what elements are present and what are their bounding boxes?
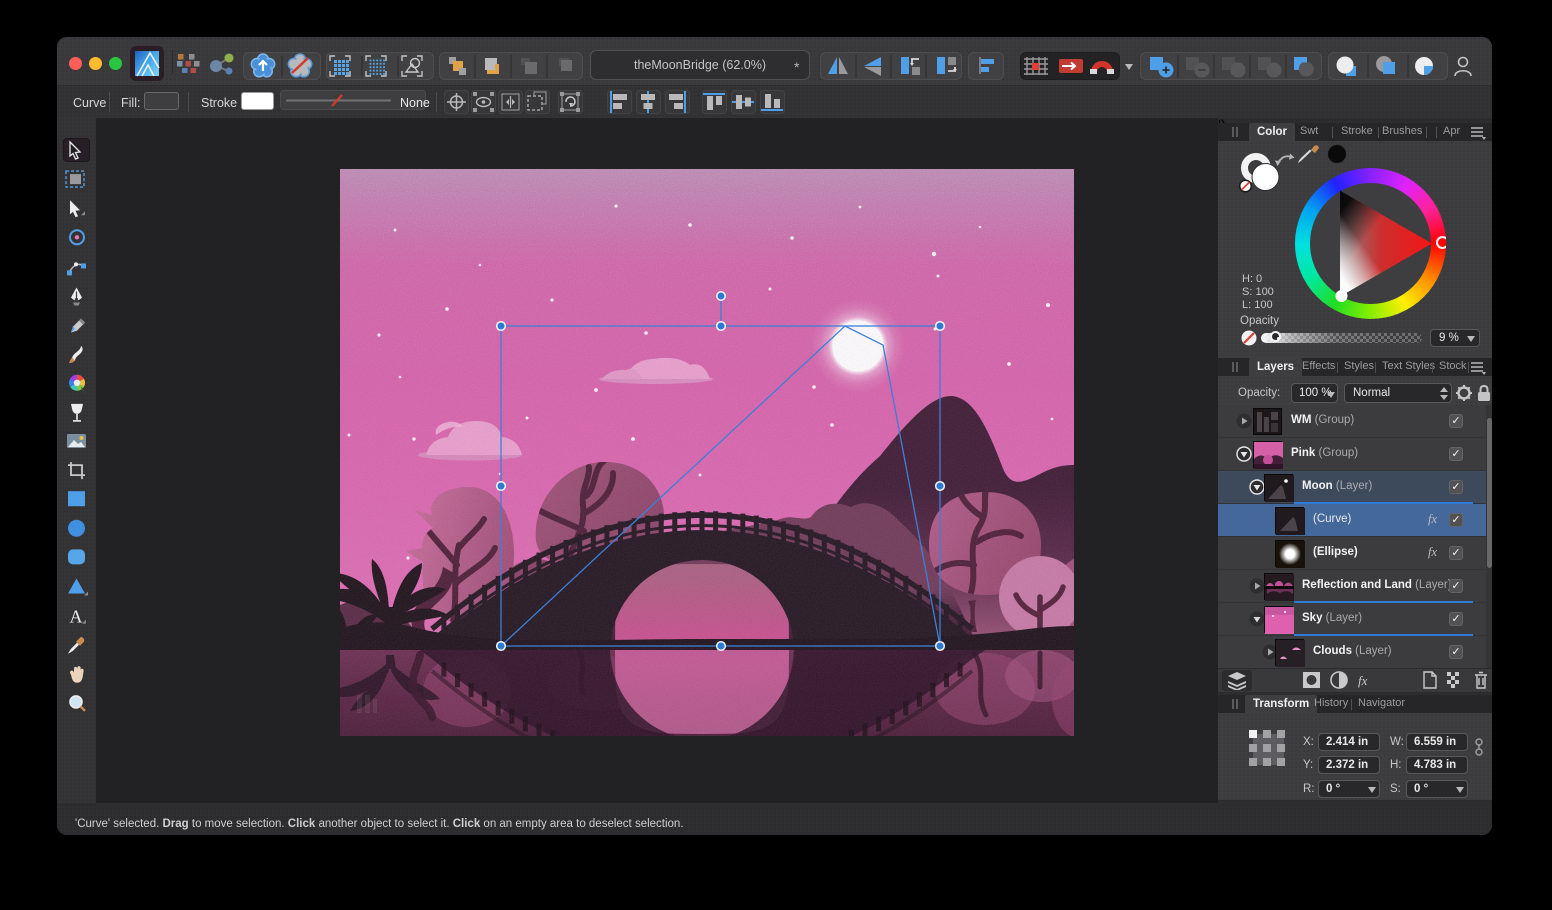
svg-text:A: A xyxy=(70,607,83,627)
svg-text:fx: fx xyxy=(1358,673,1368,688)
